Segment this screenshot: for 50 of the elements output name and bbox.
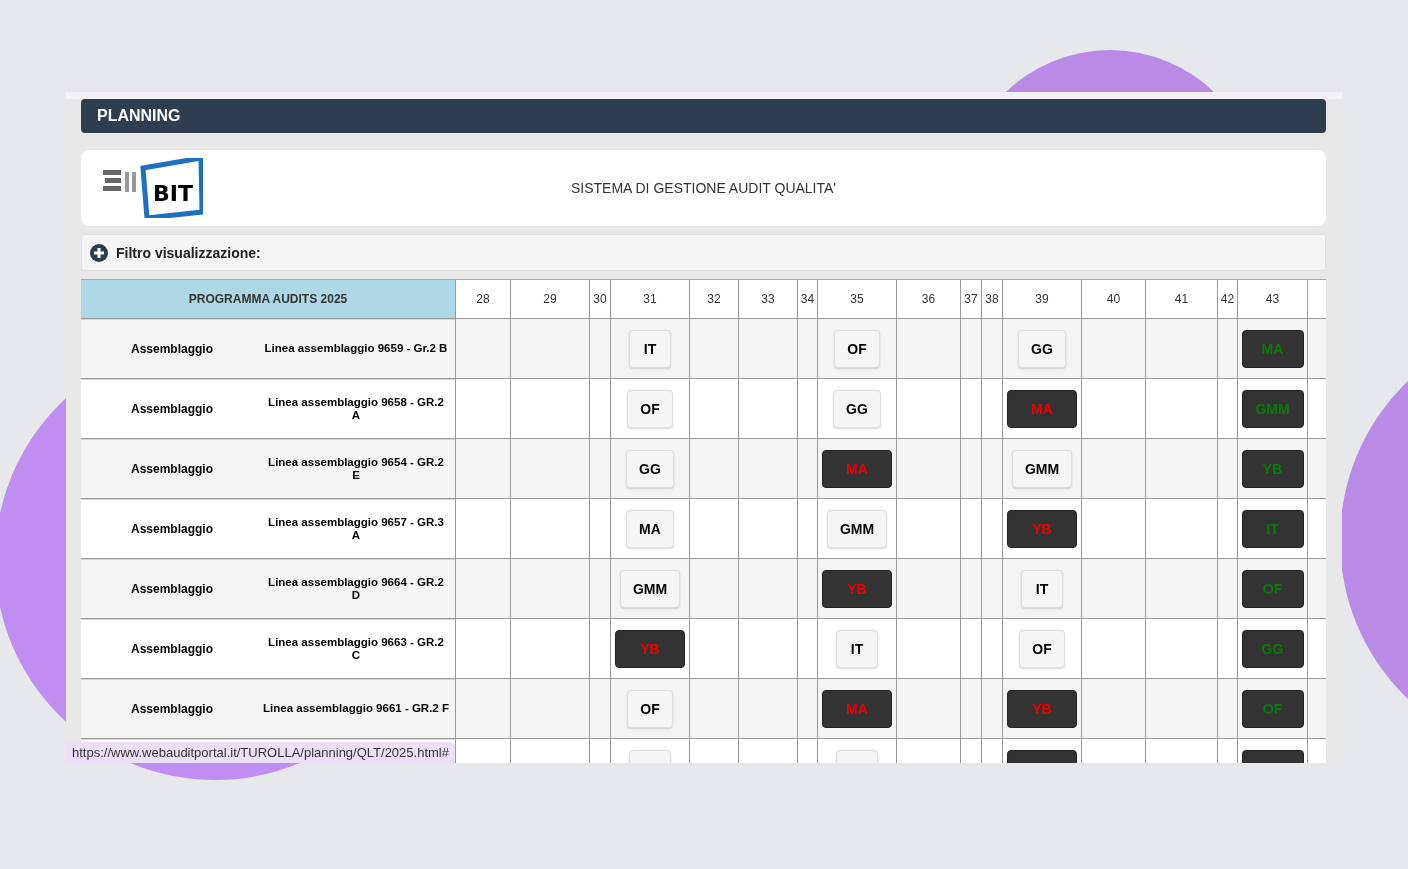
logo: BIT	[103, 158, 203, 218]
week-header: 32	[707, 292, 721, 306]
audit-button[interactable]: GMM	[826, 509, 888, 548]
line-cell-text: Linea assemblaggio 9654 - GR.2 E	[267, 455, 445, 483]
line-cell-text: Linea assemblaggio 9663 - GR.2 C	[267, 635, 445, 663]
audit-button[interactable]: OF	[834, 329, 880, 368]
week-header: 43	[1265, 292, 1280, 306]
page-title: PLANNING	[97, 107, 181, 125]
audit-button[interactable]: IT	[1021, 569, 1063, 608]
week-header: 33	[761, 292, 775, 306]
area-cell-text: Assemblaggio	[130, 702, 214, 716]
week-header: 29	[543, 292, 557, 306]
audit-button[interactable]: GG	[626, 449, 674, 488]
audit-button[interactable]: GMM	[619, 569, 681, 608]
line-cell-text: Linea assemblaggio 9664 - GR.2 D	[267, 575, 445, 603]
week-header: 28	[476, 292, 490, 306]
audit-button[interactable]: MA	[626, 509, 674, 548]
week-header: 42	[1220, 292, 1235, 306]
audit-button[interactable]: GG	[1018, 329, 1066, 368]
area-cell-text: Assemblaggio	[130, 642, 214, 656]
filter-toggle[interactable]: Filtro visualizzazione:	[82, 243, 261, 262]
area-cell-text: Assemblaggio	[130, 522, 214, 536]
line-cell-text: Linea assemblaggio 9657 - GR.3 A	[267, 515, 445, 543]
week-header: 34	[800, 292, 815, 306]
audit-button[interactable]: IT	[836, 629, 878, 668]
audit-button[interactable]: GG	[833, 389, 881, 428]
week-header: 36	[921, 292, 936, 306]
week-header: 30	[593, 292, 607, 306]
week-header: 38	[985, 292, 999, 306]
week-header: 41	[1174, 292, 1189, 306]
area-cell-text: Assemblaggio	[130, 582, 214, 596]
week-header: 39	[1035, 292, 1049, 306]
audit-button[interactable]: OF	[1019, 629, 1065, 668]
status-url: https://www.webauditportal.it/TUROLLA/planning/QLT/2025.html#	[66, 742, 455, 763]
line-cell-text: Linea assemblaggio 9658 - GR.2 A	[267, 395, 445, 423]
area-cell-text: Assemblaggio	[130, 402, 214, 416]
audit-button[interactable]: OF	[627, 689, 673, 728]
area-cell-text: Assemblaggio	[130, 342, 214, 356]
table-title: PROGRAMMA AUDITS 2025	[81, 280, 455, 318]
audit-button[interactable]: IT	[629, 329, 671, 368]
week-header: 40	[1106, 292, 1121, 306]
audit-button[interactable]: OF	[627, 389, 673, 428]
line-cell: Linea assemblaggio 9659 - Gr.2 B	[263, 342, 449, 356]
audit-button[interactable]: GMM	[1011, 449, 1073, 488]
system-title: SISTEMA DI GESTIONE AUDIT QUALITA'	[570, 180, 837, 196]
line-cell: Linea assemblaggio 9661 - GR.2 F	[263, 702, 449, 716]
week-header: 35	[850, 292, 864, 306]
area-cell-text: Assemblaggio	[130, 462, 214, 476]
week-header: 31	[643, 292, 657, 306]
week-header: 37	[964, 292, 978, 306]
